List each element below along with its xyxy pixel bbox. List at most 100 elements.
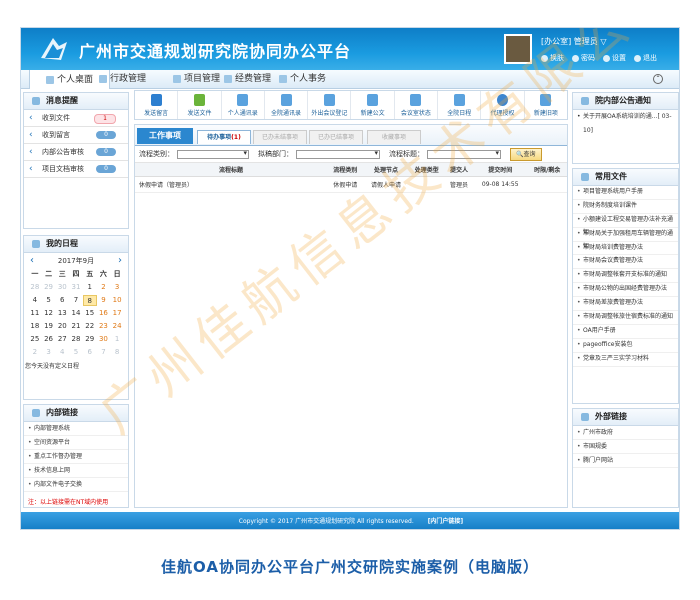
settings-button[interactable]: 设置 (603, 53, 626, 63)
calendar-day[interactable]: 2 (28, 347, 42, 358)
avatar[interactable] (504, 34, 532, 64)
file-item[interactable]: pageoffice安装包 (573, 339, 678, 353)
message-item[interactable]: ‹ 收到文件 1 (24, 110, 128, 127)
new-item-button[interactable]: 新建旧项 (525, 91, 567, 119)
calendar-day[interactable]: 20 (55, 321, 69, 332)
dept-select[interactable] (296, 149, 380, 159)
table-row[interactable]: 休假申请（管理员） 休假申请 请假人申请 管理员 09-08 14:55 (135, 176, 567, 193)
portal-link[interactable]: [内门户链接] (428, 518, 464, 525)
type-select[interactable] (177, 149, 249, 159)
calendar-day[interactable]: 8 (110, 347, 124, 358)
calendar-day[interactable]: 5 (42, 295, 56, 306)
nav-personal[interactable]: 个人事务 (279, 70, 326, 88)
calendar-day[interactable]: 3 (110, 282, 124, 293)
skin-button[interactable]: 换肤 (541, 53, 564, 63)
calendar-day[interactable]: 30 (55, 282, 69, 293)
external-link[interactable]: 腾门户网站 (573, 454, 678, 468)
calendar-day[interactable]: 7 (69, 295, 83, 306)
all-contacts-button[interactable]: 全院通讯录 (265, 91, 309, 119)
user-name[interactable]: [办公室] 管理员 ▽ (541, 36, 606, 47)
message-item[interactable]: ‹ 收到留言 0 (24, 127, 128, 144)
file-item[interactable]: 项目管理系统用户手册 (573, 186, 678, 200)
col-time[interactable]: 提交时间 (473, 163, 528, 177)
calendar-day[interactable]: 28 (69, 334, 83, 345)
file-item[interactable]: 市财局关于加强租用车辆管理的通知 (573, 228, 678, 250)
file-item[interactable]: 市财局会议费管理办法 (573, 255, 678, 270)
tab-pending[interactable]: 待办事项(1) (197, 130, 251, 144)
query-button[interactable]: 🔍查询 (510, 147, 542, 161)
chevron-right-icon[interactable]: › (118, 253, 122, 269)
calendar-day[interactable]: 7 (97, 347, 111, 358)
file-item[interactable]: 党章及三严三实学习材料 (573, 353, 678, 367)
calendar-day[interactable]: 6 (55, 295, 69, 306)
calendar-day[interactable]: 2 (97, 282, 111, 293)
logout-button[interactable]: 退出 (634, 53, 657, 63)
tab-done-open[interactable]: 已办未结事项 (253, 130, 307, 144)
link-item[interactable]: 内部文件电子交换 (24, 478, 128, 492)
calendar-day[interactable]: 30 (97, 334, 111, 345)
external-link[interactable]: 广州市政府 (573, 426, 678, 440)
calendar-day[interactable]: 9 (97, 295, 111, 306)
new-document-button[interactable]: 新建公文 (351, 91, 395, 119)
password-button[interactable]: 密码 (572, 53, 595, 63)
calendar-day[interactable]: 19 (42, 321, 56, 332)
file-item[interactable]: OA用户手册 (573, 325, 678, 339)
file-item[interactable]: 市财局调整帐套开支标准的通知 (573, 269, 678, 284)
calendar-day[interactable]: 4 (55, 347, 69, 358)
nav-desktop[interactable]: 个人桌面 (29, 70, 111, 89)
announce-item[interactable]: 关于开展OA系统培训的通...[ 03-10] (573, 110, 678, 134)
calendar-day[interactable]: 13 (55, 308, 69, 319)
calendar-day[interactable]: 11 (28, 308, 42, 319)
calendar-day[interactable]: 27 (55, 334, 69, 345)
file-item[interactable]: 市财局培训费管理办法 (573, 242, 678, 256)
send-message-button[interactable]: 发送留言 (135, 91, 179, 119)
calendar-day[interactable]: 21 (69, 321, 83, 332)
nav-project[interactable]: 项目管理 (173, 70, 220, 88)
external-link[interactable]: 市国规委 (573, 440, 678, 454)
send-file-button[interactable]: 发送文件 (178, 91, 222, 119)
nav-finance[interactable]: 经费管理 (224, 70, 271, 88)
message-item[interactable]: ‹ 内部公告审核 0 (24, 144, 128, 161)
calendar-day[interactable]: 29 (42, 282, 56, 293)
message-item[interactable]: ‹ 项目文档审核 0 (24, 161, 128, 178)
file-item[interactable]: 小额建设工程交易管理办法补充通知 (573, 214, 678, 236)
calendar-day[interactable]: 26 (42, 334, 56, 345)
calendar-day[interactable]: 31 (69, 282, 83, 293)
meeting-register-button[interactable]: 外出会议登记 (308, 91, 352, 119)
calendar-day[interactable]: 29 (83, 334, 97, 345)
col-handle[interactable]: 处理类型 (408, 163, 446, 177)
col-node[interactable]: 处理节点 (363, 163, 409, 177)
calendar-day[interactable]: 15 (83, 308, 97, 319)
calendar-day[interactable]: 1 (110, 334, 124, 345)
calendar-day[interactable]: 3 (42, 347, 56, 358)
calendar-day[interactable]: 17 (110, 308, 124, 319)
calendar-day[interactable]: 24 (110, 321, 124, 332)
col-title[interactable]: 流程标题 (135, 163, 327, 177)
calendar-day[interactable]: 18 (28, 321, 42, 332)
link-item[interactable]: 内部管理系统 (24, 422, 128, 436)
calendar-day[interactable]: 8 (82, 295, 97, 306)
meeting-room-button[interactable]: 会议室状态 (395, 91, 439, 119)
calendar-day[interactable]: 28 (28, 282, 42, 293)
delegate-button[interactable]: 代理授权 (481, 91, 525, 119)
calendar-day[interactable]: 10 (110, 295, 124, 306)
file-item[interactable]: 院财务制度培训课件 (573, 200, 678, 214)
tab-done-closed[interactable]: 已办已结事项 (309, 130, 363, 144)
calendar-day[interactable]: 23 (97, 321, 111, 332)
file-item[interactable]: 市财局调整帐旅住宿费标准的通知 (573, 311, 678, 325)
calendar-day[interactable]: 5 (69, 347, 83, 358)
calendar-day[interactable]: 12 (42, 308, 56, 319)
calendar-day[interactable]: 1 (83, 282, 97, 293)
col-type[interactable]: 流程类别 (327, 163, 364, 177)
col-submitter[interactable]: 提交人 (445, 163, 474, 177)
link-item[interactable]: 重点工作督办管理 (24, 450, 128, 464)
schedule-button[interactable]: 全院日程 (438, 91, 482, 119)
calendar-day[interactable]: 6 (83, 347, 97, 358)
tab-favorites[interactable]: 收藏事项 (367, 130, 421, 144)
collapse-icon[interactable]: ⌃ (653, 74, 663, 84)
link-item[interactable]: 技术信息上网 (24, 464, 128, 478)
title-input[interactable] (427, 149, 501, 159)
calendar-day[interactable]: 25 (28, 334, 42, 345)
calendar-day[interactable]: 4 (28, 295, 42, 306)
calendar-day[interactable]: 16 (97, 308, 111, 319)
